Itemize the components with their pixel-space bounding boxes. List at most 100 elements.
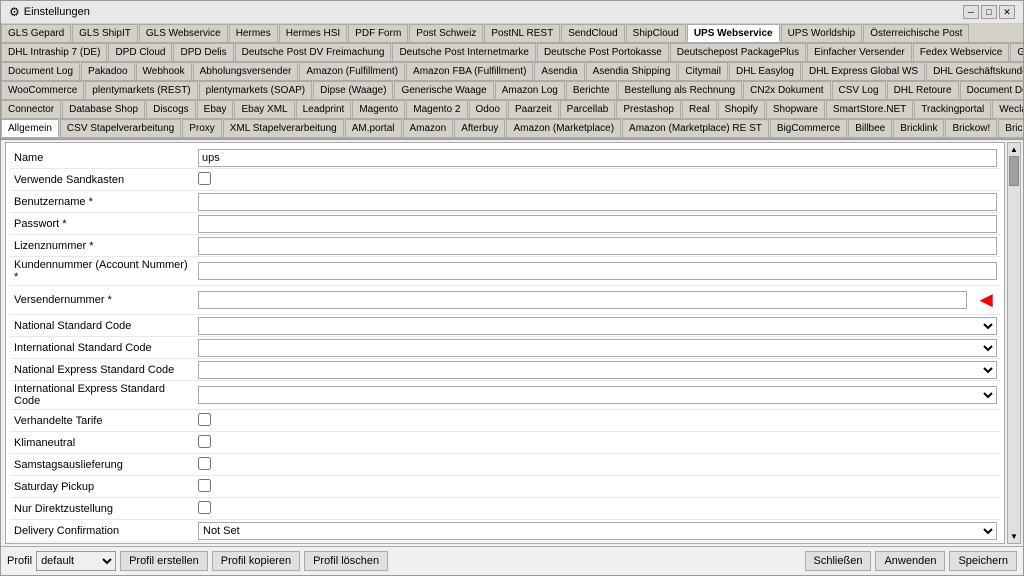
- tab-database-shop[interactable]: Database Shop: [62, 100, 145, 118]
- tab-deutsche-post-porto[interactable]: Deutsche Post Portokasse: [537, 43, 669, 61]
- tab-citymail[interactable]: Citymail: [678, 62, 728, 80]
- tab-einfacher-versender[interactable]: Einfacher Versender: [807, 43, 912, 61]
- minimize-button[interactable]: ─: [963, 5, 979, 19]
- sub-tab-csv-stapel[interactable]: CSV Stapelverarbeitung: [60, 119, 181, 137]
- select-national-express[interactable]: [198, 361, 997, 379]
- sub-tab-billbee[interactable]: Billbee: [848, 119, 892, 137]
- tab-dipse-waage[interactable]: Dipse (Waage): [313, 81, 393, 99]
- tab-generische-waage[interactable]: Generische Waage: [394, 81, 493, 99]
- input-benutzername[interactable]: [198, 193, 997, 211]
- tab-post-schweiz[interactable]: Post Schweiz: [409, 24, 483, 42]
- tab-hermes-hsi[interactable]: Hermes HSI: [279, 24, 347, 42]
- input-kundennummer[interactable]: [198, 262, 997, 280]
- tab-fedex-webservice[interactable]: Fedex Webservice: [913, 43, 1010, 61]
- vertical-scrollbar[interactable]: ▲ ▼: [1007, 142, 1021, 544]
- tab-ups-webservice[interactable]: UPS Webservice: [687, 24, 780, 42]
- close-button[interactable]: ✕: [999, 5, 1015, 19]
- scroll-thumb[interactable]: [1009, 156, 1019, 186]
- tab-deutsche-post-dv[interactable]: Deutsche Post DV Freimachung: [235, 43, 392, 61]
- tab-trackingportal[interactable]: Trackingportal: [914, 100, 991, 118]
- select-international-standard[interactable]: [198, 339, 997, 357]
- checkbox-saturday-pickup[interactable]: [198, 479, 211, 492]
- tab-pdf-form[interactable]: PDF Form: [348, 24, 408, 42]
- tab-bestellung-rechnung[interactable]: Bestellung als Rechnung: [618, 81, 743, 99]
- tab-discogs[interactable]: Discogs: [146, 100, 196, 118]
- tab-shopware[interactable]: Shopware: [766, 100, 825, 118]
- tab-ups-worldship[interactable]: UPS Worldship: [781, 24, 863, 42]
- tab-csv-log[interactable]: CSV Log: [832, 81, 886, 99]
- tab-woocommerce[interactable]: WooCommerce: [1, 81, 84, 99]
- sub-tab-bricksout[interactable]: Bricksout: [998, 119, 1024, 137]
- tab-shipcloud[interactable]: ShipCloud: [626, 24, 686, 42]
- tab-gls-shipit[interactable]: GLS ShipIT: [72, 24, 138, 42]
- tab-dhl-geschaeftskunden[interactable]: DHL Geschäftskundenversand: [926, 62, 1023, 80]
- tab-amazon-fulfillment[interactable]: Amazon (Fulfillment): [299, 62, 405, 80]
- select-national-standard[interactable]: [198, 317, 997, 335]
- sub-tab-afterbuy[interactable]: Afterbuy: [454, 119, 505, 137]
- sub-tab-xml-stapel[interactable]: XML Stapelverarbeitung: [223, 119, 344, 137]
- tab-gls-webservice[interactable]: GLS Webservice: [139, 24, 228, 42]
- profil-select[interactable]: default: [36, 551, 116, 571]
- tab-oesterreichische-post[interactable]: Österreichische Post: [863, 24, 969, 42]
- sub-tab-amazon-marketplace-rest[interactable]: Amazon (Marketplace) RE ST: [622, 119, 769, 137]
- sub-tab-proxy[interactable]: Proxy: [182, 119, 222, 137]
- schliessen-button[interactable]: Schließen: [805, 551, 872, 571]
- tab-odoo[interactable]: Odoo: [469, 100, 507, 118]
- tab-real[interactable]: Real: [682, 100, 717, 118]
- input-versendernummer[interactable]: [198, 291, 967, 309]
- checkbox-direktzustellung[interactable]: [198, 501, 211, 514]
- tab-connector[interactable]: Connector: [1, 100, 61, 118]
- maximize-button[interactable]: □: [981, 5, 997, 19]
- anwenden-button[interactable]: Anwenden: [875, 551, 945, 571]
- tab-ebay-xml[interactable]: Ebay XML: [234, 100, 294, 118]
- tab-dpd-delis[interactable]: DPD Delis: [173, 43, 233, 61]
- tab-gls-gepard[interactable]: GLS Gepard: [1, 24, 71, 42]
- tab-dpd-cloud[interactable]: DPD Cloud: [108, 43, 172, 61]
- sub-tab-brickow[interactable]: Brickow!: [945, 119, 997, 137]
- tab-dhl-easylog[interactable]: DHL Easylog: [729, 62, 801, 80]
- tab-magento-2[interactable]: Magento 2: [406, 100, 467, 118]
- tab-plentymarkets-soap[interactable]: plentymarkets (SOAP): [199, 81, 312, 99]
- tab-hermes[interactable]: Hermes: [229, 24, 278, 42]
- tab-amazon-fba[interactable]: Amazon FBA (Fulfillment): [406, 62, 533, 80]
- scroll-up-arrow[interactable]: ▲: [1010, 145, 1018, 154]
- scroll-down-arrow[interactable]: ▼: [1010, 532, 1018, 541]
- tab-deutsche-post-internet[interactable]: Deutsche Post Internetmarke: [392, 43, 536, 61]
- speichern-button[interactable]: Speichern: [949, 551, 1017, 571]
- tab-smartstore[interactable]: SmartStore.NET: [826, 100, 913, 118]
- input-passwort[interactable]: [198, 215, 997, 233]
- tab-ebay[interactable]: Ebay: [197, 100, 234, 118]
- tab-abholungsversender[interactable]: Abholungsversender: [193, 62, 299, 80]
- tab-deutschepost-package[interactable]: Deutschepost PackagePlus: [670, 43, 806, 61]
- profil-erstellen-button[interactable]: Profil erstellen: [120, 551, 208, 571]
- tab-parcellab[interactable]: Parcellab: [560, 100, 616, 118]
- sub-tab-bigcommerce[interactable]: BigCommerce: [770, 119, 847, 137]
- tab-prestashop[interactable]: Prestashop: [616, 100, 681, 118]
- tab-berichte[interactable]: Berichte: [566, 81, 617, 99]
- tab-paarzeit[interactable]: Paarzeit: [508, 100, 559, 118]
- checkbox-sandkasten[interactable]: [198, 172, 211, 185]
- sub-tab-amazon-marketplace[interactable]: Amazon (Marketplace): [506, 119, 621, 137]
- sub-tab-am-portal[interactable]: AM.portal: [345, 119, 402, 137]
- input-name[interactable]: [198, 149, 997, 167]
- select-delivery-confirmation[interactable]: Not Set: [198, 522, 997, 540]
- tab-asendia-shipping[interactable]: Asendia Shipping: [586, 62, 678, 80]
- select-international-express[interactable]: [198, 386, 997, 404]
- profil-loeschen-button[interactable]: Profil löschen: [304, 551, 388, 571]
- checkbox-verhandelte-tarife[interactable]: [198, 413, 211, 426]
- checkbox-klimaneutral[interactable]: [198, 435, 211, 448]
- tab-sendcloud[interactable]: SendCloud: [561, 24, 624, 42]
- profil-kopieren-button[interactable]: Profil kopieren: [212, 551, 300, 571]
- tab-dhl-retoure[interactable]: DHL Retoure: [887, 81, 959, 99]
- tab-shopify[interactable]: Shopify: [718, 100, 765, 118]
- tab-postnl-rest[interactable]: PostNL REST: [484, 24, 560, 42]
- tab-amazon-log[interactable]: Amazon Log: [495, 81, 565, 99]
- tab-document-downloader[interactable]: Document Downloader: [960, 81, 1023, 99]
- tab-gel-express[interactable]: GEL Express: [1010, 43, 1023, 61]
- tab-magento[interactable]: Magento: [352, 100, 405, 118]
- sub-tab-allgemein[interactable]: Allgemein: [1, 119, 59, 137]
- tab-plentymarkets-rest[interactable]: plentymarkets (REST): [85, 81, 197, 99]
- sub-tab-amazon[interactable]: Amazon: [403, 119, 454, 137]
- tab-weclapp[interactable]: Weclapp: [992, 100, 1023, 118]
- tab-webhook[interactable]: Webhook: [136, 62, 192, 80]
